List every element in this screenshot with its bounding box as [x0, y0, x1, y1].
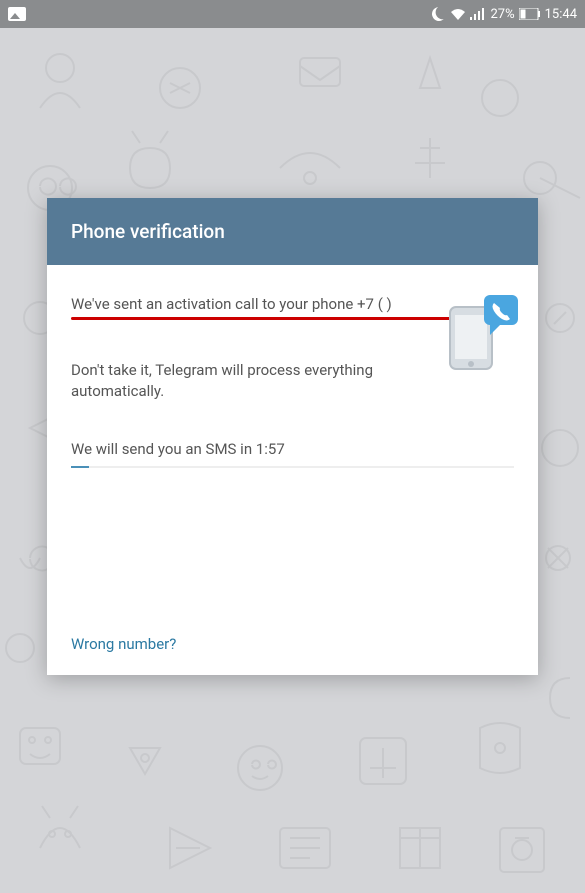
- activation-call-text: We've sent an activation call to your ph…: [71, 295, 441, 315]
- status-right: 27% 15:44: [432, 7, 577, 22]
- dialog-body: We've sent an activation call to your ph…: [47, 265, 538, 675]
- picture-icon: [8, 7, 26, 21]
- moon-icon: [430, 5, 449, 24]
- status-bar: 27% 15:44: [0, 0, 585, 28]
- highlight-underline: [71, 317, 461, 320]
- battery-percent: 27%: [490, 7, 514, 22]
- phone-call-icon: [444, 293, 522, 375]
- dont-take-text: Don't take it, Telegram will process eve…: [71, 360, 411, 402]
- status-left: [8, 7, 26, 21]
- battery-icon: [519, 8, 541, 20]
- verification-dialog: Phone verification We've sent an activat…: [47, 198, 538, 675]
- dialog-title: Phone verification: [47, 198, 538, 265]
- wrong-number-link[interactable]: Wrong number?: [71, 635, 176, 653]
- clock-time: 15:44: [545, 7, 577, 22]
- wifi-icon: [450, 8, 466, 20]
- sms-timer-text: We will send you an SMS in 1:57: [71, 440, 514, 458]
- sms-timer-progress: [71, 466, 514, 468]
- signal-icon: [470, 8, 486, 20]
